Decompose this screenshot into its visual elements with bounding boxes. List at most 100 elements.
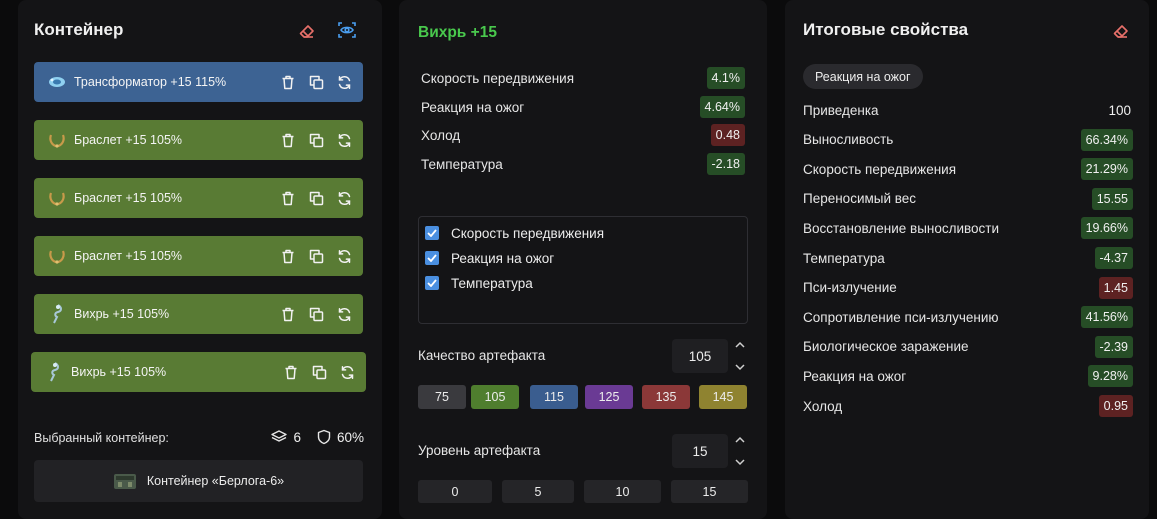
level-option[interactable]: 0 (418, 480, 492, 503)
checkbox-checked[interactable] (425, 226, 439, 240)
total-property-label: Температура (803, 250, 885, 266)
level-label: Уровень артефакта (418, 443, 541, 458)
quality-option[interactable]: 145 (699, 385, 747, 409)
level-option[interactable]: 15 (671, 480, 748, 503)
total-property-value: 41.56% (1080, 306, 1133, 329)
container-icon (113, 474, 136, 489)
selected-container-label: Выбранный контейнер: (34, 431, 169, 445)
level-input[interactable]: 15 (672, 434, 728, 468)
copy-icon[interactable] (305, 129, 327, 151)
total-properties-panel: Итоговые свойства Реакция на ожог Привед… (785, 0, 1149, 519)
total-property-value: 21.29% (1080, 158, 1133, 181)
property-label: Скорость передвижения (421, 70, 575, 86)
level-stepper[interactable] (733, 436, 747, 466)
level-option[interactable]: 10 (584, 480, 661, 503)
quality-label: Качество артефакта (418, 348, 546, 363)
artifact-actions (277, 129, 355, 151)
container-title: Контейнер (34, 20, 124, 39)
protection-value: 60% (336, 429, 364, 445)
artifact-row[interactable]: Вихрь +15 105% (34, 294, 363, 334)
quality-option[interactable]: 75 (418, 385, 466, 409)
view-icon[interactable] (335, 18, 359, 42)
total-property-row: Скорость передвижения 21.29% (803, 158, 1133, 181)
filter-chip[interactable]: Реакция на ожог (803, 64, 923, 89)
quality-option[interactable]: 105 (471, 385, 519, 409)
artifact-row[interactable]: Вихрь +15 105% (31, 352, 366, 392)
artifact-name: Вихрь +15 105% (74, 307, 170, 321)
trash-icon[interactable] (277, 129, 299, 151)
checkbox-label: Скорость передвижения (451, 225, 605, 241)
trash-icon[interactable] (277, 303, 299, 325)
copy-icon[interactable] (305, 71, 327, 93)
copy-icon[interactable] (308, 361, 330, 383)
chevron-up-icon[interactable] (735, 341, 745, 348)
eraser-icon[interactable] (295, 19, 319, 43)
total-properties-title: Итоговые свойства (803, 20, 969, 39)
total-property-value: 66.34% (1080, 128, 1133, 151)
total-property-label: Холод (803, 398, 843, 414)
copy-icon[interactable] (305, 187, 327, 209)
refresh-icon[interactable] (333, 187, 355, 209)
property-label: Реакция на ожог (421, 99, 525, 115)
artifact-name: Браслет +15 105% (74, 191, 183, 205)
artifact-actions (277, 245, 355, 267)
total-property-label: Сопротивление пси-излучению (803, 309, 999, 325)
property-label: Температура (421, 156, 503, 172)
checkbox-checked[interactable] (425, 251, 439, 265)
total-property-label: Приведенка (803, 102, 879, 118)
trash-icon[interactable] (277, 187, 299, 209)
quality-option[interactable]: 125 (585, 385, 633, 409)
refresh-icon[interactable] (333, 245, 355, 267)
slots-count: 6 (293, 429, 301, 445)
total-property-label: Пси-излучение (803, 280, 897, 296)
total-property-row: Выносливость 66.34% (803, 128, 1133, 151)
chevron-down-icon[interactable] (735, 364, 745, 371)
chevron-down-icon[interactable] (735, 459, 745, 466)
quality-option[interactable]: 135 (642, 385, 690, 409)
artifact-title: Вихрь +15 (418, 24, 497, 41)
bracelet-icon (46, 187, 68, 209)
eraser-icon[interactable] (1109, 19, 1133, 43)
artifact-row[interactable]: Браслет +15 105% (34, 120, 363, 160)
trash-icon[interactable] (277, 71, 299, 93)
total-property-value: -2.39 (1094, 335, 1133, 358)
total-property-value: 15.55 (1091, 187, 1133, 210)
property-row: Реакция на ожог 4.64% (421, 96, 745, 118)
property-row: Температура -2.18 (421, 153, 745, 175)
transformer-icon (46, 71, 68, 93)
whirl-icon (43, 361, 65, 383)
checkbox-checked[interactable] (425, 276, 439, 290)
total-property-label: Скорость передвижения (803, 161, 957, 177)
level-option[interactable]: 5 (502, 480, 574, 503)
bracelet-icon (46, 245, 68, 267)
refresh-icon[interactable] (336, 361, 358, 383)
artifact-row[interactable]: Трансформатор +15 115% (34, 62, 363, 102)
refresh-icon[interactable] (333, 71, 355, 93)
container-panel: Контейнер Трансформатор +15 115% Браслет … (18, 0, 382, 519)
quality-input[interactable]: 105 (672, 339, 728, 373)
copy-icon[interactable] (305, 245, 327, 267)
quality-stepper[interactable] (733, 341, 747, 371)
property-label: Холод (421, 127, 461, 143)
total-property-label: Восстановление выносливости (803, 220, 1000, 236)
refresh-icon[interactable] (333, 303, 355, 325)
refresh-icon[interactable] (333, 129, 355, 151)
quality-option[interactable]: 115 (530, 385, 578, 409)
container-select-button[interactable]: Контейнер «Берлога-6» (34, 460, 363, 502)
bracelet-icon (46, 129, 68, 151)
chevron-up-icon[interactable] (735, 436, 745, 443)
artifact-row[interactable]: Браслет +15 105% (34, 178, 363, 218)
total-property-label: Реакция на ожог (803, 368, 907, 384)
trash-icon[interactable] (280, 361, 302, 383)
property-checkbox[interactable]: Скорость передвижения (425, 223, 604, 243)
total-property-row: Пси-излучение 1.45 (803, 276, 1133, 299)
layers-icon (271, 430, 288, 442)
artifact-row[interactable]: Браслет +15 105% (34, 236, 363, 276)
total-property-row: Восстановление выносливости 19.66% (803, 217, 1133, 240)
checkbox-label: Температура (451, 275, 533, 291)
property-checkbox[interactable]: Температура (425, 273, 533, 293)
whirl-icon (46, 303, 68, 325)
copy-icon[interactable] (305, 303, 327, 325)
property-checkbox[interactable]: Реакция на ожог (425, 248, 554, 268)
trash-icon[interactable] (277, 245, 299, 267)
